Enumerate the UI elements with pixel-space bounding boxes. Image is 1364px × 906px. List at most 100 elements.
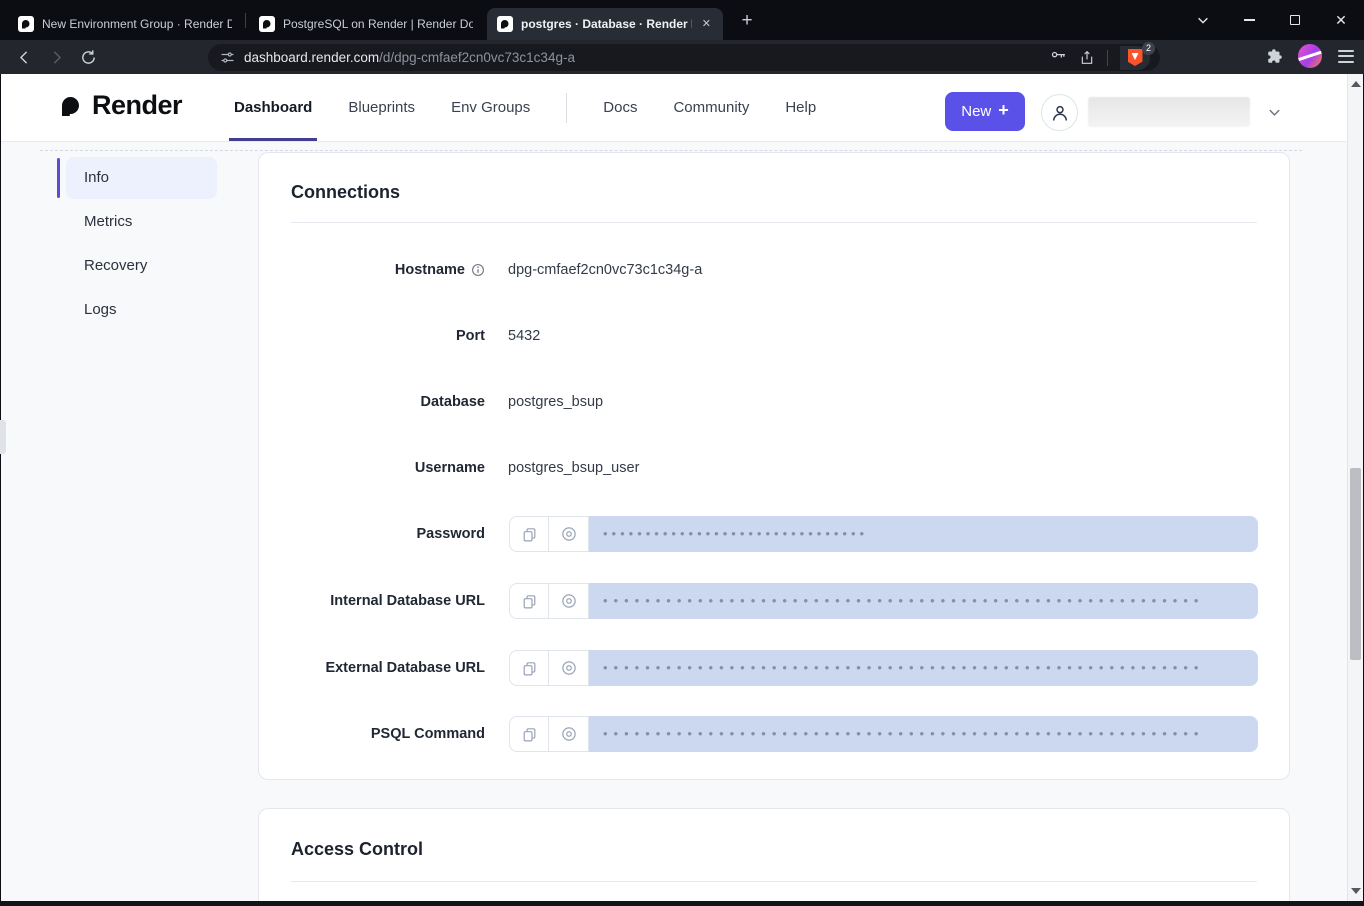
masked-psql-command-field[interactable]: ••••••••••••••••••••••••••••••••••••••••… xyxy=(589,716,1258,752)
access-control-card: Access Control xyxy=(258,808,1290,901)
forward-button[interactable] xyxy=(44,45,68,69)
nav-env-groups[interactable]: Env Groups xyxy=(451,74,530,141)
sidebar-item-info[interactable]: Info xyxy=(66,157,217,199)
eye-icon xyxy=(560,525,578,543)
window-maximize-button[interactable] xyxy=(1272,0,1318,40)
connections-title: Connections xyxy=(291,181,400,203)
copy-icon xyxy=(521,726,538,743)
share-icon[interactable] xyxy=(1079,50,1095,66)
row-label: Password xyxy=(417,526,486,542)
reveal-button[interactable] xyxy=(549,650,589,686)
access-control-title: Access Control xyxy=(291,838,423,860)
content-top-edge xyxy=(40,150,1302,151)
row-value: 5432 xyxy=(508,318,540,354)
scroll-down-arrow[interactable] xyxy=(1351,888,1361,894)
masked-external-url-field[interactable]: ••••••••••••••••••••••••••••••••••••••••… xyxy=(589,650,1258,686)
copy-button[interactable] xyxy=(509,516,549,552)
info-icon[interactable] xyxy=(471,263,485,277)
scrollbar-thumb[interactable] xyxy=(1350,468,1361,660)
nav-blueprints[interactable]: Blueprints xyxy=(348,74,415,141)
row-psql-command: PSQL Command •••••••••••••••••••••••••••… xyxy=(259,716,1291,752)
row-database: Database postgres_bsup xyxy=(259,384,1291,420)
window-minimize-button[interactable] xyxy=(1226,0,1272,40)
nav-help[interactable]: Help xyxy=(785,74,816,141)
divider xyxy=(291,881,1257,882)
row-label: Hostname xyxy=(395,262,465,278)
row-label: External Database URL xyxy=(325,660,485,676)
new-tab-button[interactable]: + xyxy=(736,10,758,32)
reveal-button[interactable] xyxy=(549,583,589,619)
new-button[interactable]: New+ xyxy=(945,92,1025,131)
url-path: /d/dpg-cmfaef2cn0vc73c1c34g-a xyxy=(379,50,575,65)
masked-password-field[interactable]: ••••••••••••••••••••••••••••••• xyxy=(589,516,1258,552)
person-icon xyxy=(1050,103,1070,123)
browser-tab-3-active[interactable]: postgres · Database · Render Da ✕ xyxy=(487,8,723,40)
brave-shield-icon[interactable]: 2 xyxy=(1120,46,1150,70)
url-host: dashboard.render.com xyxy=(244,50,379,65)
row-hostname: Hostname dpg-cmfaef2cn0vc73c1c34g-a xyxy=(259,252,1291,288)
nav-docs[interactable]: Docs xyxy=(603,74,637,141)
tab-title: postgres · Database · Render Da xyxy=(521,17,692,31)
browser-tab-2[interactable]: PostgreSQL on Render | Render Docs xyxy=(249,8,483,40)
render-favicon-icon xyxy=(259,16,275,32)
row-password: Password ••••••••••••••••••••••••••••••• xyxy=(259,516,1291,552)
render-logo-icon xyxy=(59,94,83,118)
sidebar-item-recovery[interactable]: Recovery xyxy=(84,256,147,276)
browser-profile-avatar[interactable] xyxy=(1298,44,1322,68)
plus-icon: + xyxy=(998,100,1009,121)
row-external-database-url: External Database URL ••••••••••••••••••… xyxy=(259,650,1291,686)
password-key-icon[interactable] xyxy=(1050,49,1067,66)
tab-title: PostgreSQL on Render | Render Docs xyxy=(283,17,473,31)
toolbar-separator xyxy=(1107,50,1108,66)
copy-icon xyxy=(521,593,538,610)
row-value: postgres_bsup_user xyxy=(508,450,639,486)
row-label: Port xyxy=(456,328,485,344)
row-value: dpg-cmfaef2cn0vc73c1c34g-a xyxy=(508,252,702,288)
eye-icon xyxy=(560,659,578,677)
browser-menu-icon[interactable] xyxy=(1336,46,1356,67)
site-settings-icon[interactable] xyxy=(220,50,235,65)
copy-button[interactable] xyxy=(509,583,549,619)
account-chevron-down-icon[interactable] xyxy=(1267,105,1282,120)
user-avatar[interactable] xyxy=(1041,94,1078,131)
browser-tab-bar: New Environment Group · Render Das Postg… xyxy=(0,0,1364,40)
row-label: Database xyxy=(421,394,485,410)
url-bar[interactable]: dashboard.render.com/d/dpg-cmfaef2cn0vc7… xyxy=(208,44,1160,71)
window-close-button[interactable]: ✕ xyxy=(1318,0,1364,40)
nav-community[interactable]: Community xyxy=(673,74,749,141)
copy-icon xyxy=(521,660,538,677)
render-logo[interactable]: Render xyxy=(59,90,182,121)
tab-title: New Environment Group · Render Das xyxy=(42,17,232,31)
back-button[interactable] xyxy=(12,45,36,69)
sidebar-item-logs[interactable]: Logs xyxy=(84,300,117,320)
window-controls: ✕ xyxy=(1180,0,1364,40)
browser-tab-1[interactable]: New Environment Group · Render Das xyxy=(8,8,242,40)
reload-button[interactable] xyxy=(76,45,100,69)
side-panel-handle[interactable] xyxy=(0,420,6,454)
row-internal-database-url: Internal Database URL ••••••••••••••••••… xyxy=(259,583,1291,619)
divider xyxy=(291,222,1257,223)
row-value: postgres_bsup xyxy=(508,384,603,420)
dashboard-page: Info Metrics Recovery Logs Connections H… xyxy=(1,142,1363,901)
tab-search-chevron-icon[interactable] xyxy=(1180,0,1226,40)
sidebar-item-metrics[interactable]: Metrics xyxy=(84,212,132,232)
render-favicon-icon xyxy=(18,16,34,32)
render-app-header: Render Dashboard Blueprints Env Groups D… xyxy=(1,74,1363,142)
nav-dashboard[interactable]: Dashboard xyxy=(234,74,312,141)
scroll-up-arrow[interactable] xyxy=(1351,81,1361,87)
copy-button[interactable] xyxy=(509,716,549,752)
sidebar-active-indicator xyxy=(57,158,60,198)
reveal-button[interactable] xyxy=(549,716,589,752)
tab-separator xyxy=(245,13,246,28)
reveal-button[interactable] xyxy=(549,516,589,552)
tab-close-icon[interactable]: ✕ xyxy=(700,17,713,32)
row-label: PSQL Command xyxy=(371,726,485,742)
brand-name: Render xyxy=(92,90,182,121)
masked-internal-url-field[interactable]: ••••••••••••••••••••••••••••••••••••••••… xyxy=(589,583,1258,619)
extensions-icon[interactable] xyxy=(1266,47,1284,65)
page-scrollbar[interactable] xyxy=(1347,74,1363,901)
row-label: Internal Database URL xyxy=(330,593,485,609)
window-bottom-edge xyxy=(0,901,1364,906)
copy-icon xyxy=(521,526,538,543)
copy-button[interactable] xyxy=(509,650,549,686)
